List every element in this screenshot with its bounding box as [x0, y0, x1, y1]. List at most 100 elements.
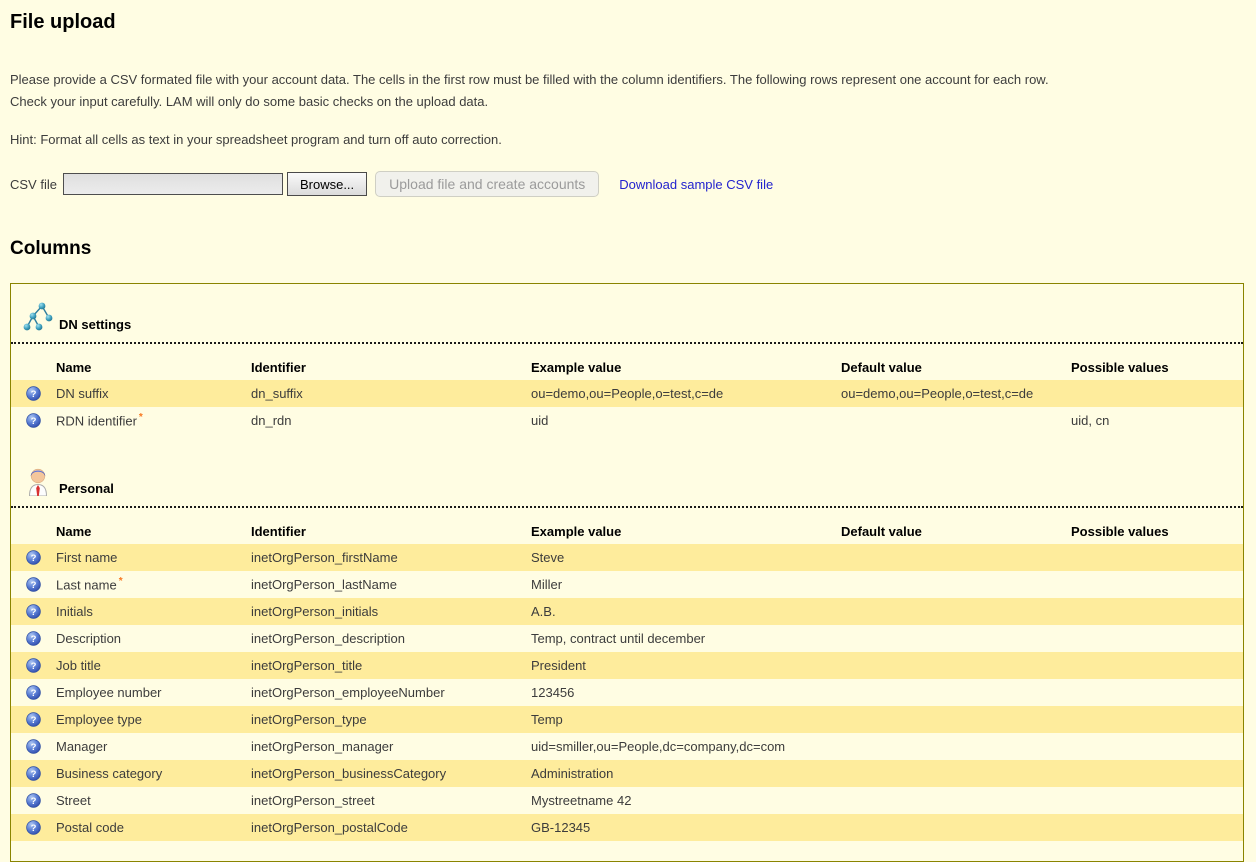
- column-identifier: inetOrgPerson_manager: [251, 739, 531, 754]
- intro-line-1: Please provide a CSV formated file with …: [10, 72, 1049, 87]
- svg-text:?: ?: [31, 661, 37, 672]
- column-identifier: dn_rdn: [251, 413, 531, 428]
- column-name: Postal code: [56, 820, 251, 835]
- help-icon[interactable]: ?: [26, 766, 41, 781]
- browse-button[interactable]: Browse...: [287, 172, 367, 196]
- column-example: Steve: [531, 550, 841, 565]
- intro-line-2: Check your input carefully. LAM will onl…: [10, 94, 488, 109]
- help-icon[interactable]: ?: [26, 577, 41, 592]
- svg-text:?: ?: [31, 634, 37, 645]
- column-name: Last name*: [56, 576, 251, 592]
- column-example: Temp, contract until december: [531, 631, 841, 646]
- table-row: ? Business categoryinetOrgPerson_business…: [11, 760, 1243, 787]
- column-example: uid=smiller,ou=People,dc=company,dc=com: [531, 739, 841, 754]
- table-row: ? DescriptioninetOrgPerson_descriptionTem…: [11, 625, 1243, 652]
- column-name: Employee type: [56, 712, 251, 727]
- column-header: Default value: [841, 524, 1071, 539]
- table-row: ?Last name*inetOrgPerson_lastNameMiller: [11, 571, 1243, 598]
- table-row: ?Employee typeinetOrgPerson_typeTemp: [11, 706, 1243, 733]
- column-header: Identifier: [251, 524, 531, 539]
- column-header: Name: [56, 524, 251, 539]
- table-header-row: NameIdentifierExample valueDefault value…: [11, 354, 1243, 380]
- help-icon[interactable]: ?: [26, 413, 41, 428]
- column-header: Example value: [531, 360, 841, 375]
- column-identifier: inetOrgPerson_initials: [251, 604, 531, 619]
- table-row: ?InitialsinetOrgPerson_initialsA.B.: [11, 598, 1243, 625]
- column-header: Example value: [531, 524, 841, 539]
- table-row: ? First nameinetOrgPerson_firstNameSteve: [11, 544, 1243, 571]
- column-name: Job title: [56, 658, 251, 673]
- column-example: uid: [531, 413, 841, 428]
- svg-text:?: ?: [31, 769, 37, 780]
- column-name: Description: [56, 631, 251, 646]
- columns-title: Columns: [10, 237, 1246, 261]
- column-identifier: dn_suffix: [251, 386, 531, 401]
- column-identifier: inetOrgPerson_postalCode: [251, 820, 531, 835]
- column-header: Possible values: [1071, 360, 1243, 375]
- column-name: Manager: [56, 739, 251, 754]
- column-name: Initials: [56, 604, 251, 619]
- help-icon[interactable]: ?: [26, 685, 41, 700]
- column-identifier: inetOrgPerson_lastName: [251, 577, 531, 592]
- download-sample-link[interactable]: Download sample CSV file: [619, 177, 773, 192]
- column-header: Name: [56, 360, 251, 375]
- svg-text:?: ?: [31, 715, 37, 726]
- help-icon[interactable]: ?: [26, 712, 41, 727]
- column-identifier: inetOrgPerson_title: [251, 658, 531, 673]
- table-header-row: NameIdentifierExample valueDefault value…: [11, 518, 1243, 544]
- svg-text:?: ?: [31, 796, 37, 807]
- section-title: Personal: [59, 482, 114, 496]
- column-example: ou=demo,ou=People,o=test,c=de: [531, 386, 841, 401]
- column-example: Administration: [531, 766, 841, 781]
- help-icon[interactable]: ?: [26, 739, 41, 754]
- intro-text: Please provide a CSV formated file with …: [10, 69, 1246, 113]
- csv-file-input[interactable]: [63, 173, 283, 195]
- table-row: ? ManagerinetOrgPerson_manageruid=smiller…: [11, 733, 1243, 760]
- csv-upload-row: CSV file Browse... Upload file and creat…: [10, 171, 1246, 197]
- hint-text: Hint: Format all cells as text in your s…: [10, 129, 1246, 151]
- table-row: ? Job titleinetOrgPerson_titlePresident: [11, 652, 1243, 679]
- column-example: Temp: [531, 712, 841, 727]
- column-section: Personal NameIdentifierExample valueDefau…: [11, 434, 1243, 841]
- svg-text:?: ?: [31, 688, 37, 699]
- table-row: ?RDN identifier*dn_rdnuiduid, cn: [11, 407, 1243, 434]
- column-section: DN settings NameIdentifierExample valueDe…: [11, 284, 1243, 434]
- columns-box: DN settingsNameIdentifierExample valueDe…: [10, 283, 1244, 862]
- column-identifier: inetOrgPerson_businessCategory: [251, 766, 531, 781]
- upload-button[interactable]: Upload file and create accounts: [375, 171, 599, 197]
- help-icon[interactable]: ?: [26, 550, 41, 565]
- column-example: 123456: [531, 685, 841, 700]
- help-icon[interactable]: ?: [26, 631, 41, 646]
- column-header: Identifier: [251, 360, 531, 375]
- svg-text:?: ?: [31, 607, 37, 618]
- svg-text:?: ?: [31, 553, 37, 564]
- section-title: DN settings: [59, 318, 131, 332]
- help-icon[interactable]: ?: [26, 820, 41, 835]
- table-row: ?StreetinetOrgPerson_streetMystreetname …: [11, 787, 1243, 814]
- column-header: Possible values: [1071, 524, 1243, 539]
- tree-icon: [22, 300, 54, 332]
- person-icon: [22, 464, 54, 496]
- page-title: File upload: [10, 10, 1246, 34]
- column-example: President: [531, 658, 841, 673]
- help-icon[interactable]: ?: [26, 658, 41, 673]
- column-header: Default value: [841, 360, 1071, 375]
- help-icon[interactable]: ?: [26, 386, 41, 401]
- required-asterisk: *: [119, 576, 123, 587]
- csv-file-label: CSV file: [10, 177, 57, 192]
- column-identifier: inetOrgPerson_firstName: [251, 550, 531, 565]
- column-example: GB-12345: [531, 820, 841, 835]
- column-name: Employee number: [56, 685, 251, 700]
- table-row: ?DN suffixdn_suffixou=demo,ou=People,o=t…: [11, 380, 1243, 407]
- column-name: Street: [56, 793, 251, 808]
- svg-text:?: ?: [31, 580, 37, 591]
- column-identifier: inetOrgPerson_employeeNumber: [251, 685, 531, 700]
- help-icon[interactable]: ?: [26, 604, 41, 619]
- svg-text:?: ?: [31, 389, 37, 400]
- column-name: First name: [56, 550, 251, 565]
- column-name: Business category: [56, 766, 251, 781]
- help-icon[interactable]: ?: [26, 793, 41, 808]
- column-name: RDN identifier*: [56, 412, 251, 428]
- column-identifier: inetOrgPerson_description: [251, 631, 531, 646]
- table-row: ? Postal codeinetOrgPerson_postalCodeGB-1…: [11, 814, 1243, 841]
